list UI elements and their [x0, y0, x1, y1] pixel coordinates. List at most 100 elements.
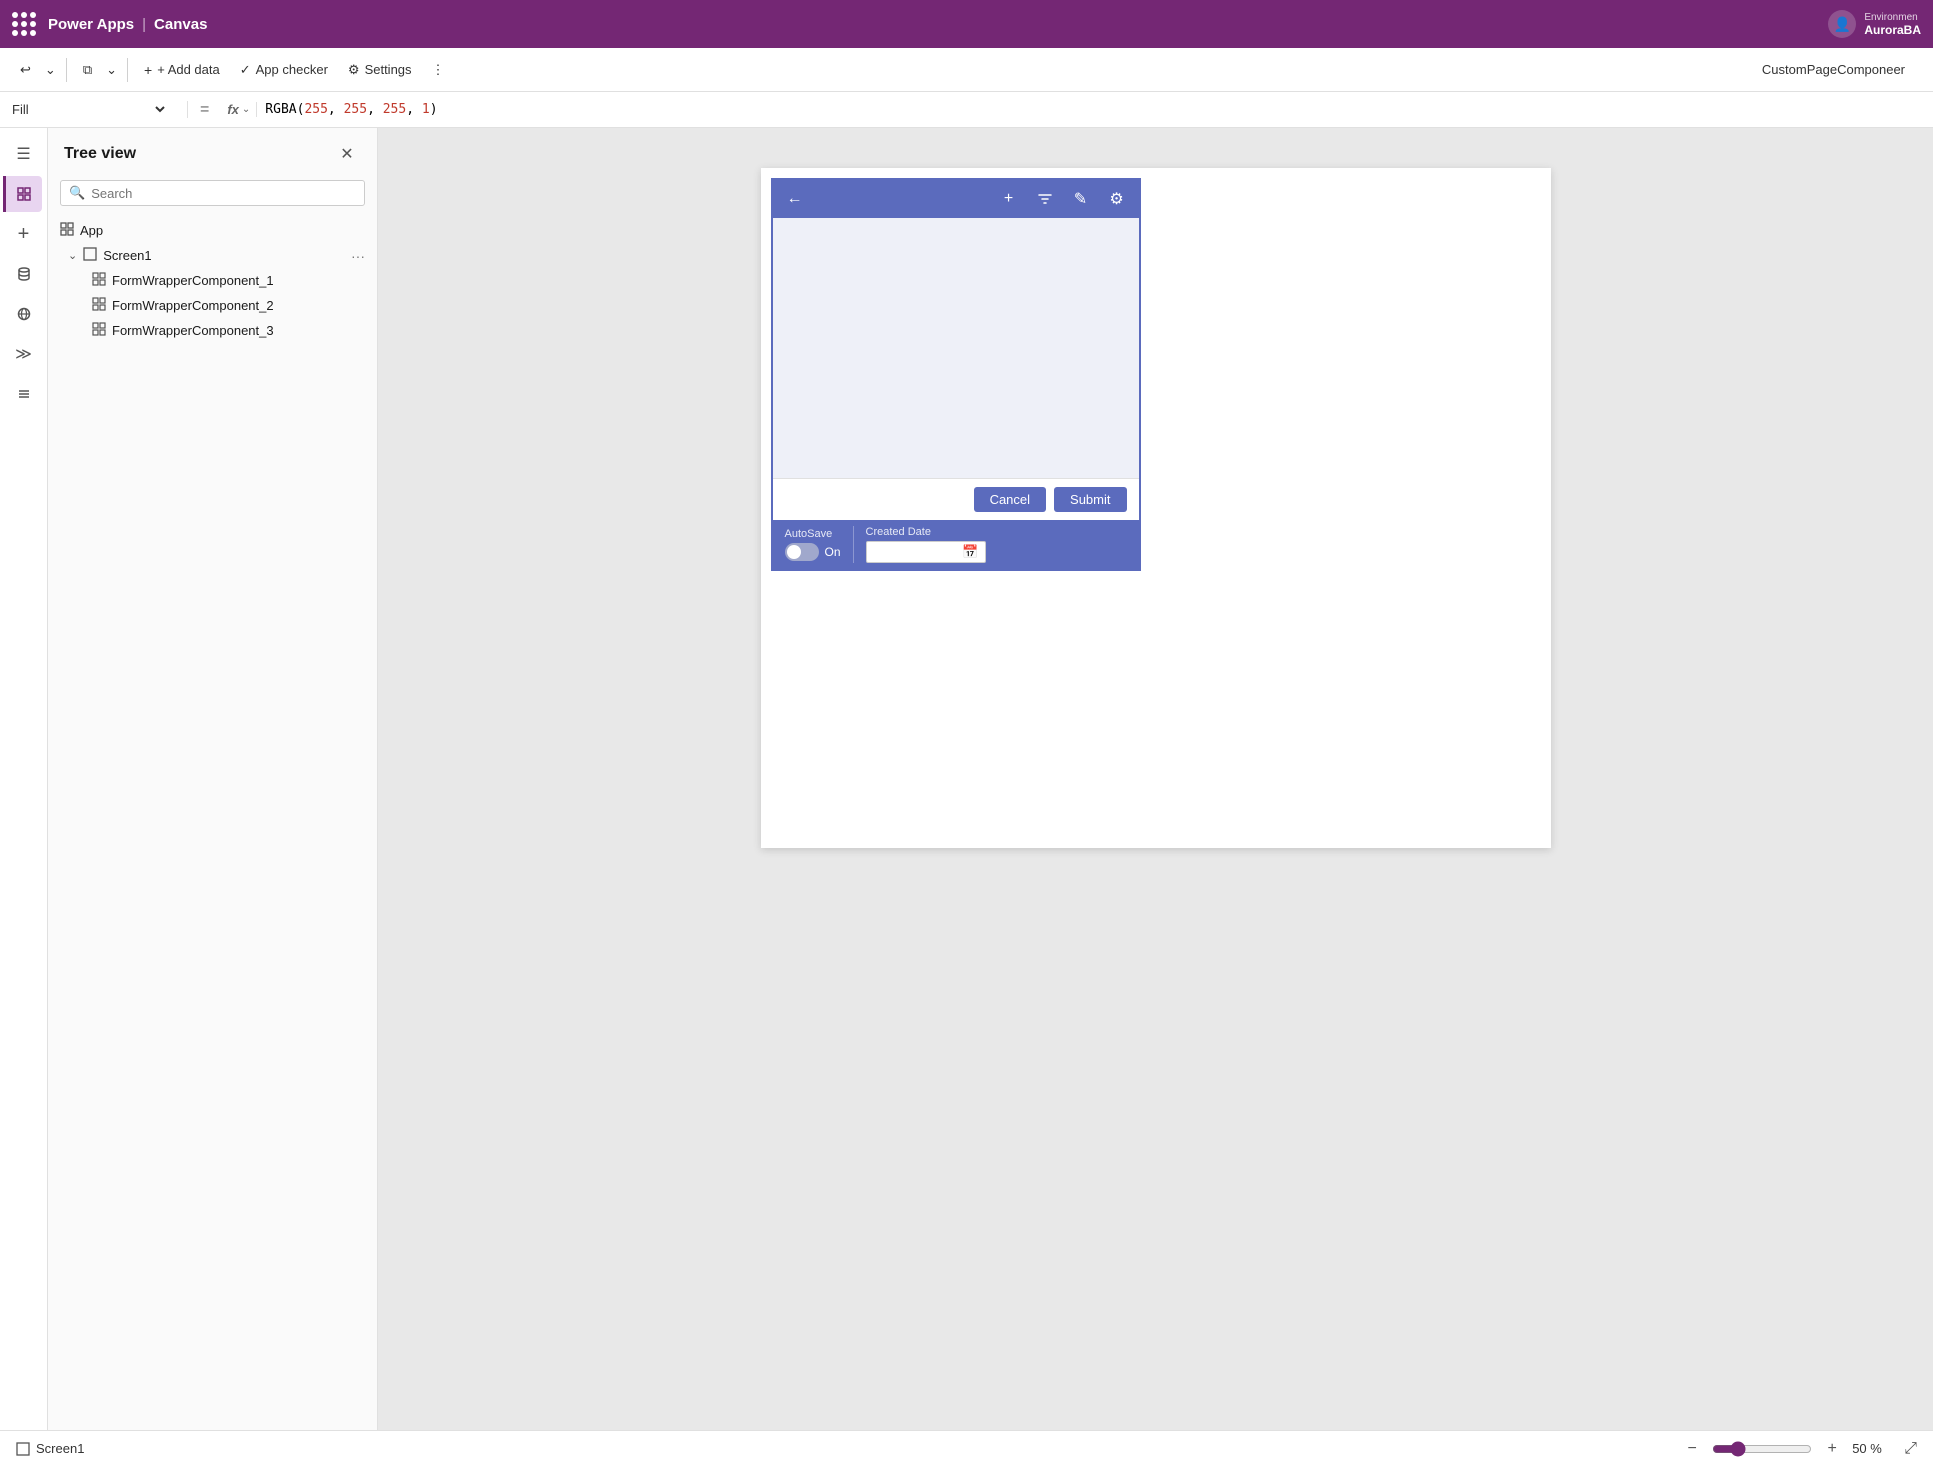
app-canvas[interactable]: ← + ✎ ⚙ Cancel Submit: [761, 168, 1551, 848]
undo-dropdown-button[interactable]: ⌄: [43, 58, 58, 82]
layers-icon: [16, 186, 32, 202]
tree-item-form3[interactable]: FormWrapperComponent_3: [48, 318, 377, 343]
env-icon: 👤: [1828, 10, 1856, 38]
form3-label: FormWrapperComponent_3: [112, 323, 365, 338]
settings-label: Settings: [365, 62, 412, 77]
component-bottom-bar: AutoSave On Created Date �: [773, 520, 1139, 569]
power-apps-label: Power Apps: [48, 16, 134, 33]
app-launcher-button[interactable]: [12, 12, 36, 36]
fx-label: fx: [227, 102, 239, 117]
formula-g-val: 255: [344, 102, 367, 117]
env-text: Environmen AuroraBA: [1864, 12, 1921, 37]
app-checker-label: App checker: [256, 62, 328, 77]
page-name-label: CustomPageComponeer: [1762, 62, 1921, 77]
add-data-button[interactable]: + + Add data: [136, 58, 228, 82]
calendar-icon[interactable]: 📅: [962, 544, 978, 560]
form3-component-icon: [92, 322, 106, 339]
autosave-toggle[interactable]: [785, 543, 819, 561]
more-button[interactable]: ⋮: [424, 58, 453, 82]
formula-a-val: 1: [422, 102, 430, 117]
main-layout: ☰ + ≫: [0, 128, 1933, 1430]
tree-item-app[interactable]: App: [48, 218, 377, 243]
formula-bar: Fill = fx ⌄ RGBA(255, 255, 255, 1): [0, 92, 1933, 128]
tree-header: Tree view ✕: [48, 128, 377, 180]
date-input-wrap[interactable]: 📅: [866, 541, 986, 563]
zoom-value-display: 50 %: [1852, 1441, 1888, 1456]
sidebar-variables-button[interactable]: [6, 376, 42, 412]
form1-component-icon: [92, 272, 106, 289]
undo-button[interactable]: ↩: [12, 58, 39, 82]
autosave-section: AutoSave On: [785, 528, 841, 561]
top-bar-title: Power Apps | Canvas: [48, 16, 207, 33]
toggle-on-label: On: [825, 545, 841, 559]
zoom-in-button[interactable]: +: [1820, 1437, 1844, 1461]
comp-settings-button[interactable]: ⚙: [1103, 185, 1131, 213]
comp-back-button[interactable]: ←: [781, 185, 809, 213]
formula-equals-sign: =: [196, 101, 213, 119]
formula-fx-button[interactable]: fx ⌄: [221, 102, 257, 117]
comp-edit-button[interactable]: ✎: [1067, 185, 1095, 213]
autosave-label: AutoSave: [785, 528, 841, 540]
zoom-out-button[interactable]: −: [1680, 1437, 1704, 1461]
toggle-thumb: [787, 545, 801, 559]
tree-items: App ⌄ Screen1 ···: [48, 214, 377, 1430]
tree-item-form2[interactable]: FormWrapperComponent_2: [48, 293, 377, 318]
formula-expression[interactable]: RGBA(255, 255, 255, 1): [265, 102, 437, 117]
form2-component-icon: [92, 297, 106, 314]
app-checker-button[interactable]: ✓ App checker: [232, 58, 336, 82]
zoom-slider[interactable]: [1712, 1441, 1812, 1457]
sidebar-layers-button[interactable]: [3, 176, 42, 212]
cancel-button[interactable]: Cancel: [974, 487, 1046, 512]
copy-dropdown-button[interactable]: ⌄: [104, 58, 119, 82]
formula-b-val: 255: [383, 102, 406, 117]
screen1-label: Screen1: [103, 248, 345, 263]
canvas-label: Canvas: [154, 16, 207, 33]
app-checker-icon: ✓: [240, 62, 251, 78]
toolbar: ↩ ⌄ ⧉ ⌄ + + Add data ✓ App checker ⚙ Set…: [0, 48, 1933, 92]
title-separator: |: [142, 16, 146, 33]
sidebar-hamburger-button[interactable]: ☰: [6, 136, 42, 172]
variables-icon: [16, 386, 32, 402]
tree-item-screen1[interactable]: ⌄ Screen1 ···: [48, 243, 377, 268]
copy-button[interactable]: ⧉: [75, 58, 100, 82]
sidebar-data-button[interactable]: [6, 256, 42, 292]
status-bar: Screen1 − + 50 % ⤢: [0, 1430, 1933, 1466]
submit-button[interactable]: Submit: [1054, 487, 1126, 512]
comp-filter-button[interactable]: [1031, 185, 1059, 213]
property-select[interactable]: Fill: [8, 101, 168, 118]
zoom-controls: − + 50 % ⤢: [1680, 1437, 1917, 1461]
screen1-more-icon[interactable]: ···: [351, 248, 365, 264]
add-data-plus-icon: +: [144, 62, 152, 78]
tree-close-button[interactable]: ✕: [333, 140, 361, 168]
app-icon: [60, 222, 74, 239]
formula-rgba-fn: RGBA: [265, 102, 296, 117]
component-toolbar: ← + ✎ ⚙: [773, 180, 1139, 218]
screen1-chevron-icon: ⌄: [68, 249, 77, 262]
settings-icon: ⚙: [348, 62, 360, 78]
screen-status-icon: [16, 1442, 30, 1456]
fx-chevron: ⌄: [242, 104, 250, 115]
sidebar-integration-button[interactable]: [6, 296, 42, 332]
search-input[interactable]: [91, 186, 356, 201]
current-screen-indicator: Screen1: [16, 1441, 84, 1456]
database-icon: [16, 266, 32, 282]
comp-add-button[interactable]: +: [995, 185, 1023, 213]
canvas-area[interactable]: ← + ✎ ⚙ Cancel Submit: [378, 128, 1933, 1430]
top-bar: Power Apps | Canvas 👤 Environmen AuroraB…: [0, 0, 1933, 48]
sidebar-flow-button[interactable]: ≫: [6, 336, 42, 372]
sidebar-add-button[interactable]: +: [6, 216, 42, 252]
form-wrapper-component[interactable]: ← + ✎ ⚙ Cancel Submit: [771, 178, 1141, 571]
settings-button[interactable]: ⚙ Settings: [340, 58, 420, 82]
environment-info[interactable]: 👤 Environmen AuroraBA: [1828, 10, 1921, 38]
component-body[interactable]: [773, 218, 1139, 478]
tree-item-form1[interactable]: FormWrapperComponent_1: [48, 268, 377, 293]
search-icon: 🔍: [69, 185, 85, 201]
fullscreen-button[interactable]: ⤢: [1904, 1440, 1917, 1458]
add-data-label: + Add data: [157, 62, 220, 77]
toolbar-divider-2: [127, 58, 128, 82]
screen-name-status: Screen1: [36, 1441, 84, 1456]
app-label: App: [80, 223, 365, 238]
tree-panel: Tree view ✕ 🔍 App: [48, 128, 378, 1430]
integration-icon: [16, 306, 32, 322]
filter-icon: [1037, 191, 1053, 207]
